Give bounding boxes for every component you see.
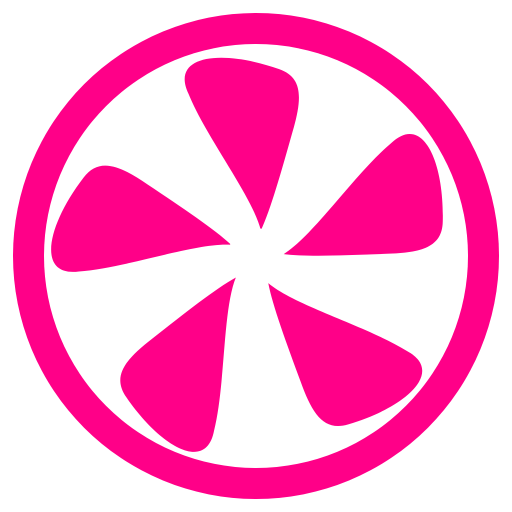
center-hub bbox=[228, 228, 282, 282]
logo-canvas bbox=[0, 0, 512, 512]
pinwheel-logo bbox=[13, 13, 499, 499]
